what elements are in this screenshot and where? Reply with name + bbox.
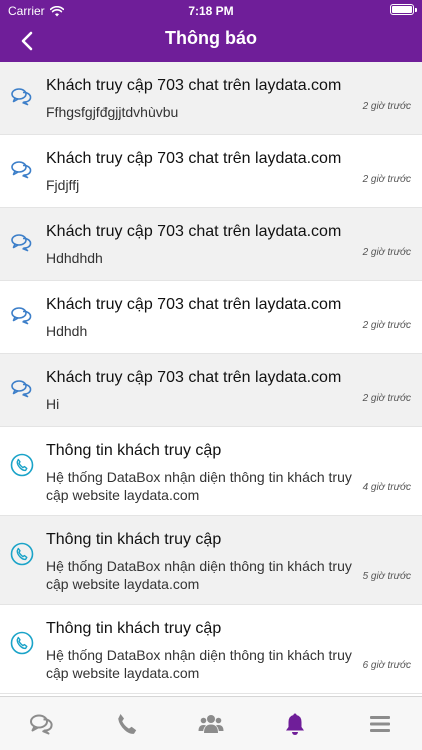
notification-time: 2 giờ trước	[362, 247, 411, 258]
notification-title: Khách truy cập 703 chat trên laydata.com	[46, 223, 342, 240]
chat-bubbles-icon	[11, 88, 32, 106]
notification-title: Thông tin khách truy cập	[46, 531, 222, 548]
chat-bubbles-icon	[11, 307, 32, 325]
header: Carrier 7:18 PM Thông báo	[0, 0, 422, 62]
notification-list[interactable]: Khách truy cập 703 chat trên laydata.com…	[0, 62, 422, 696]
notification-time: 2 giờ trước	[362, 320, 411, 331]
notification-title: Khách truy cập 703 chat trên laydata.com	[46, 77, 342, 94]
notification-title: Thông tin khách truy cập	[46, 442, 222, 459]
notification-item[interactable]: Khách truy cập 703 chat trên laydata.com…	[0, 62, 422, 135]
notification-title: Khách truy cập 703 chat trên laydata.com	[46, 369, 342, 386]
tab-contacts[interactable]	[169, 697, 253, 750]
tab-notifications[interactable]	[253, 697, 337, 750]
phone-circle-icon	[10, 542, 34, 566]
notification-item[interactable]: Khách truy cập 703 chat trên laydata.com…	[0, 208, 422, 281]
chat-bubbles-icon	[30, 714, 53, 734]
notification-time: 6 giờ trước	[362, 660, 411, 671]
phone-circle-icon	[10, 453, 34, 477]
notification-item[interactable]: Khách truy cập 703 chat trên laydata.com…	[0, 135, 422, 208]
users-group-icon	[198, 714, 224, 733]
page-title: Thông báo	[165, 28, 257, 48]
notification-message: Hdhdhdh	[46, 250, 103, 266]
notification-message: Fjdjffj	[46, 177, 80, 193]
chat-bubbles-icon	[11, 161, 32, 179]
status-time: 7:18 PM	[188, 4, 234, 18]
back-button[interactable]	[10, 24, 44, 58]
tab-calls[interactable]	[84, 697, 168, 750]
notification-time: 2 giờ trước	[362, 393, 411, 404]
chevron-left-icon	[21, 31, 33, 51]
tab-chats[interactable]	[0, 697, 84, 750]
notification-message: Hệ thống DataBox nhận diện thông tin khá…	[46, 558, 352, 592]
notification-item[interactable]: Thông tin khách truy cập Hệ thống DataBo…	[0, 427, 422, 516]
notification-message: Ffhgsfgjfđgjjtdvhùvbu	[46, 104, 179, 120]
notification-title: Thông tin khách truy cập	[46, 620, 222, 637]
navbar: Thông báo	[0, 20, 422, 62]
battery-icon	[390, 4, 417, 15]
notification-item[interactable]: Thông tin khách truy cập Hệ thống DataBo…	[0, 605, 422, 694]
notification-time: 2 giờ trước	[362, 101, 411, 112]
notification-time: 5 giờ trước	[362, 571, 411, 582]
phone-icon	[117, 713, 136, 734]
notification-title: Khách truy cập 703 chat trên laydata.com	[46, 150, 342, 167]
notification-time: 2 giờ trước	[362, 174, 411, 185]
phone-circle-icon	[10, 631, 34, 655]
notification-message: Hệ thống DataBox nhận diện thông tin khá…	[46, 647, 352, 681]
notification-message: Hdhdh	[46, 323, 88, 339]
chat-bubbles-icon	[11, 380, 32, 398]
tab-menu[interactable]	[338, 697, 422, 750]
status-bar: Carrier 7:18 PM	[0, 0, 422, 20]
chat-bubbles-icon	[11, 234, 32, 252]
notification-item[interactable]: Khách truy cập 703 chat trên laydata.com…	[0, 354, 422, 427]
bell-icon	[286, 713, 305, 735]
notification-item[interactable]: Thông tin khách truy cập Hệ thống DataBo…	[0, 516, 422, 605]
notification-message: Hệ thống DataBox nhận diện thông tin khá…	[46, 469, 352, 503]
hamburger-menu-icon	[369, 715, 390, 732]
notification-title: Khách truy cập 703 chat trên laydata.com	[46, 296, 342, 313]
notification-item[interactable]: Khách truy cập 703 chat trên laydata.com…	[0, 281, 422, 354]
notification-time: 4 giờ trước	[362, 482, 411, 493]
notification-message: Hi	[46, 396, 60, 412]
tab-bar	[0, 696, 422, 750]
